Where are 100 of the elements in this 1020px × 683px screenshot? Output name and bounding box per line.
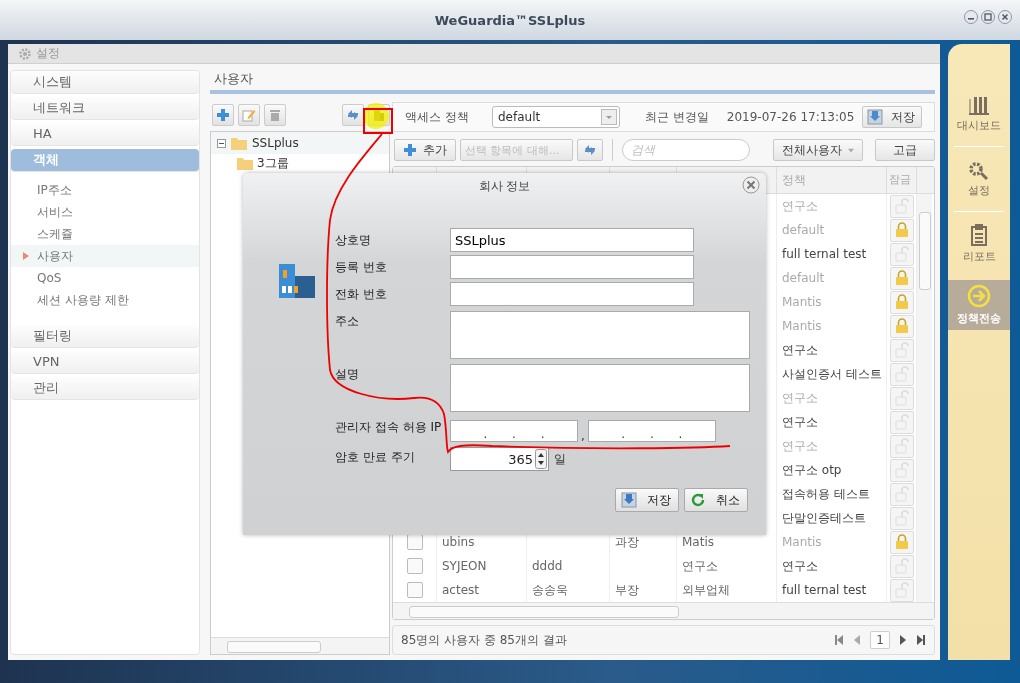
lock-toggle[interactable] [890,314,914,338]
changed-date: 2019-07-26 17:13:05 [726,110,855,124]
plus-icon [216,108,230,122]
cancel-button[interactable]: 취소 [684,488,748,512]
close-icon[interactable] [998,10,1012,24]
changed-label: 최근 변경일 [645,108,709,126]
lock-toggle[interactable] [890,530,914,554]
ip-field[interactable]: . . . [450,420,578,442]
lock-toggle[interactable] [890,482,914,506]
tree-node[interactable]: SSLplus [211,132,389,154]
save-button[interactable]: 저장 [862,106,922,128]
lock-toggle[interactable] [890,338,914,362]
text-field[interactable] [450,282,694,306]
table-cell: Mantis [782,295,822,309]
open-padlock-icon [895,510,909,526]
tree-node[interactable]: 3그룹 [211,154,389,172]
text-field[interactable] [450,255,694,279]
lock-toggle[interactable] [890,362,914,386]
nav-item[interactable]: 네트워크 [11,97,199,120]
delete-button[interactable] [264,104,286,126]
spinner-field[interactable]: 365 [450,447,549,471]
caret-icon [601,109,617,125]
table-cell: 연구소 otp [782,461,842,479]
table-cell: SYJEON [442,559,487,573]
side-menu-item[interactable]: 대시보드 [948,92,1010,136]
field-label: 암호 만료 주기 [335,449,416,466]
table-cell: 부장 [615,581,639,599]
table-cell: full ternal test [782,247,867,261]
text-field[interactable]: SSLplus [450,228,694,252]
nav-item[interactable]: 관리 [11,377,199,400]
lock-toggle[interactable] [890,554,914,578]
table-cell: 연구소 [782,413,818,431]
policy-dropdown[interactable]: default [492,106,620,128]
padlock-icon [895,270,909,286]
advanced-button[interactable]: 고급 [875,139,935,161]
maximize-icon[interactable] [981,10,995,24]
vertical-scrollbar[interactable] [917,194,932,602]
nav-item[interactable]: 필터링 [11,325,199,348]
refresh-button[interactable] [342,104,364,126]
table-cell: default [782,271,825,285]
add-user-button[interactable]: 추가 [394,139,456,161]
open-padlock-icon [895,462,909,478]
horizontal-scrollbar[interactable] [393,602,934,619]
lock-toggle[interactable] [890,194,914,218]
nav-subitem[interactable]: IP주소 [11,179,199,201]
open-padlock-icon [895,390,909,406]
table-cell: Mantis [782,535,822,549]
trash-icon [268,108,282,122]
ip-field[interactable]: . . . [587,420,716,442]
side-menu-item[interactable]: 설정 [948,157,1010,201]
field-label: 전화 번호 [335,286,388,303]
search-field[interactable]: 검색 [622,139,750,161]
collapse-icon[interactable] [217,138,226,148]
field-label: 상호명 [335,232,372,249]
clipboard-icon [970,224,988,246]
nav-subitem[interactable]: 사용자 [11,245,199,267]
table-cell: 과장 [615,533,639,551]
lock-toggle[interactable] [890,218,914,242]
lock-toggle[interactable] [890,458,914,482]
lock-toggle[interactable] [890,242,914,266]
table-cell: full ternal test [782,583,867,597]
lock-toggle[interactable] [890,410,914,434]
nav-subitem[interactable]: 세션 사용량 제한 [11,289,199,311]
nav-item[interactable]: VPN [11,351,199,374]
save-button[interactable]: 저장 [615,488,679,512]
next-page-icon[interactable] [899,635,907,645]
page-number[interactable]: 1 [870,631,890,649]
lock-toggle[interactable] [890,290,914,314]
add-button[interactable] [212,104,234,126]
edit-button[interactable] [238,104,260,126]
text-area[interactable] [450,311,750,359]
lock-toggle[interactable] [890,578,914,602]
lock-toggle[interactable] [890,386,914,410]
refresh-button[interactable] [577,139,603,161]
text-area[interactable] [450,364,750,412]
nav-item[interactable]: 시스템 [11,71,199,94]
stepper-icon[interactable] [535,449,547,469]
row-checkbox[interactable] [406,558,423,574]
user-filter-dropdown[interactable]: 전체사용자 [773,139,863,161]
previous-page-icon[interactable] [853,635,862,645]
last-page-icon[interactable] [916,635,926,645]
side-menu-item[interactable]: 리포트 [948,222,1010,266]
lock-toggle[interactable] [890,506,914,530]
field-label: 등록 번호 [335,259,388,276]
minimize-icon[interactable] [964,10,978,24]
lock-toggle[interactable] [890,266,914,290]
close-icon[interactable] [742,176,760,194]
nav-subitem[interactable]: QoS [11,267,199,289]
table-cell: 연구소 [782,389,818,407]
field-label: 설명 [335,366,360,383]
row-checkbox[interactable] [406,582,423,598]
nav-item[interactable]: HA [11,123,199,146]
table-cell: 사설인증서 테스트 [782,365,882,383]
open-padlock-icon [895,366,909,382]
lock-toggle[interactable] [890,434,914,458]
open-padlock-icon [895,342,909,358]
nav-subitem[interactable]: 서비스 [11,201,199,223]
first-page-icon[interactable] [834,635,845,645]
horizontal-scrollbar[interactable] [211,637,389,654]
nav-subitem[interactable]: 스케쥴 [11,223,199,245]
